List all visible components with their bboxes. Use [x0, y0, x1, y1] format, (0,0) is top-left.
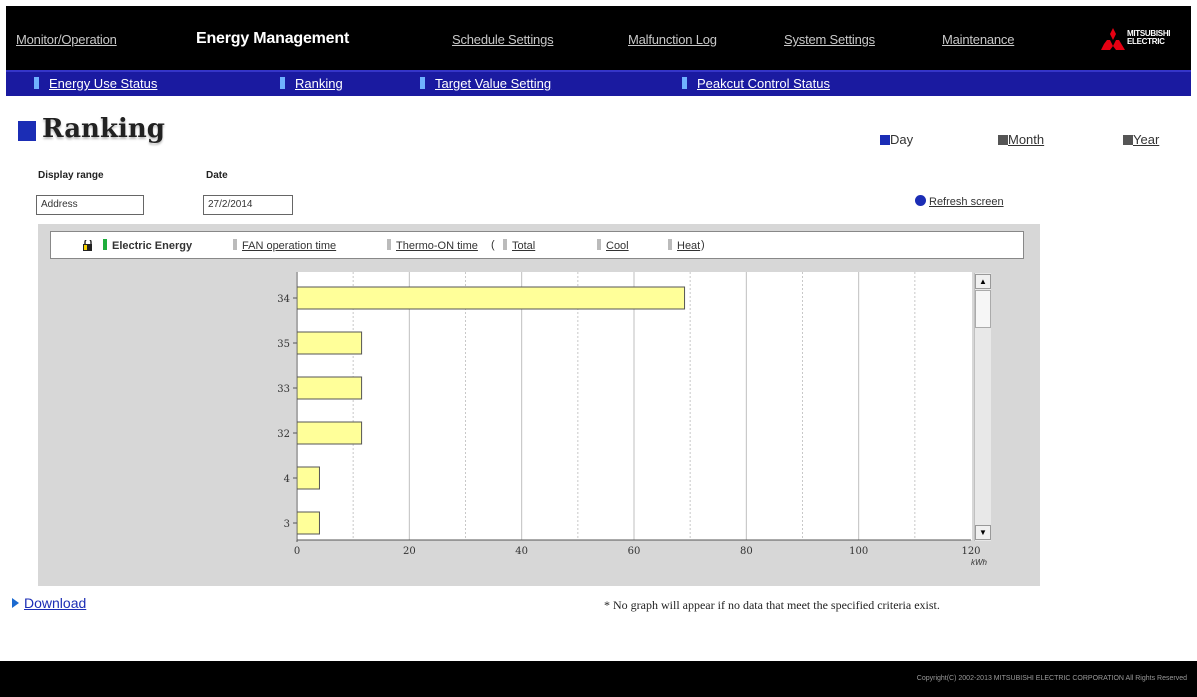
top-nav: Monitor/Operation Energy Management Sche…	[6, 6, 1191, 70]
download-link[interactable]: Download	[12, 595, 86, 611]
subnav-target-value-setting[interactable]: Target Value Setting	[420, 76, 551, 91]
x-tick-label: 80	[740, 546, 753, 557]
period-year[interactable]: Year	[1123, 132, 1159, 147]
title-square-icon	[18, 121, 36, 141]
nav-maintenance[interactable]: Maintenance	[942, 32, 1014, 47]
chart-panel: Electric Energy FAN operation time Therm…	[38, 224, 1040, 586]
marker-icon	[280, 77, 285, 89]
mitsubishi-logo: MITSUBISHI ELECTRIC	[1101, 28, 1183, 50]
period-marker-icon	[1123, 135, 1133, 145]
no-data-note: * No graph will appear if no data that m…	[604, 598, 940, 612]
nav-malfunction-log[interactable]: Malfunction Log	[628, 32, 717, 47]
page-title: Ranking	[42, 114, 165, 144]
three-diamonds-icon	[1101, 28, 1125, 50]
bar	[296, 421, 363, 445]
scroll-thumb[interactable]	[975, 290, 991, 328]
period-marker-icon	[880, 135, 890, 145]
play-arrow-icon	[12, 598, 19, 608]
period-marker-icon	[998, 135, 1008, 145]
date-field[interactable]: 27/2/2014	[203, 195, 293, 215]
subnav-ranking[interactable]: Ranking	[280, 76, 343, 91]
subnav-energy-use-status[interactable]: Energy Use Status	[34, 76, 157, 91]
ranking-chart: 0 20 40 60 80 100 120kWh 34 35 33 32 4 3	[277, 272, 988, 567]
bar	[296, 331, 363, 355]
bar	[296, 511, 320, 535]
display-range-field[interactable]: Address	[36, 195, 144, 215]
refresh-dot-icon	[915, 195, 926, 206]
marker-icon	[420, 77, 425, 89]
y-category-label: 34	[277, 294, 290, 305]
y-category-label: 33	[277, 384, 290, 395]
marker-icon	[682, 77, 687, 89]
y-category-label: 32	[277, 429, 290, 440]
date-label: Date	[206, 170, 228, 181]
nav-schedule-settings[interactable]: Schedule Settings	[452, 32, 554, 47]
nav-energy-management[interactable]: Energy Management	[196, 30, 349, 48]
footer-bar: Copyright(C) 2002-2013 MITSUBISHI ELECTR…	[0, 661, 1197, 697]
x-tick-label: 40	[515, 546, 528, 557]
marker-icon	[34, 77, 39, 89]
y-category-label: 4	[284, 474, 290, 485]
copyright-text: Copyright(C) 2002-2013 MITSUBISHI ELECTR…	[916, 675, 1187, 682]
x-tick-label: 120	[961, 546, 980, 557]
y-category-label: 3	[284, 519, 290, 530]
logo-text: MITSUBISHI ELECTRIC	[1127, 29, 1171, 46]
bar	[296, 466, 320, 490]
refresh-screen-link[interactable]: Refresh screen	[915, 195, 1004, 208]
bar	[296, 376, 363, 400]
subnav-peakcut-control-status[interactable]: Peakcut Control Status	[682, 76, 830, 91]
x-tick-label: 100	[849, 546, 868, 557]
scroll-down-button[interactable]: ▼	[975, 525, 991, 540]
sub-nav: Energy Use Status Ranking Target Value S…	[6, 70, 1191, 96]
display-range-label: Display range	[38, 170, 104, 181]
scroll-up-button[interactable]: ▲	[975, 274, 991, 289]
x-tick-label: 60	[628, 546, 641, 557]
period-day[interactable]: Day	[880, 132, 913, 147]
nav-monitor-operation[interactable]: Monitor/Operation	[16, 32, 117, 47]
chart-scrollbar[interactable]: ▲ ▼	[974, 273, 991, 541]
x-unit-label: kWh	[971, 558, 988, 567]
bar	[296, 286, 686, 310]
nav-system-settings[interactable]: System Settings	[784, 32, 875, 47]
y-category-label: 35	[277, 339, 290, 350]
period-month[interactable]: Month	[998, 132, 1044, 147]
x-tick-label: 0	[294, 546, 300, 557]
x-tick-label: 20	[403, 546, 416, 557]
